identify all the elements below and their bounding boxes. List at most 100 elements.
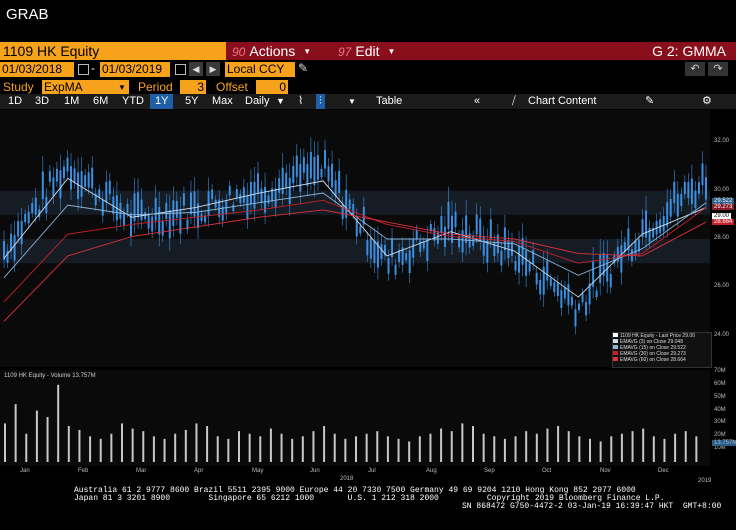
candle [585, 302, 588, 316]
candle [193, 191, 196, 217]
candle [486, 240, 489, 263]
period-tab-3d[interactable]: 3D [35, 94, 49, 109]
ticker-field[interactable]: 1109 HK Equity [0, 42, 226, 60]
candle [687, 182, 690, 199]
candle [154, 198, 157, 221]
gear-icon[interactable]: ⚙ [702, 94, 712, 109]
candle [302, 157, 305, 173]
year-label: 2018 [340, 476, 354, 482]
edit-chart-icon[interactable]: ✎ [645, 94, 654, 109]
currency-select[interactable]: Local CCY [225, 62, 295, 77]
volume-tick-label: 30M [714, 419, 726, 426]
frequency-select[interactable]: Daily [245, 94, 269, 109]
candle [373, 240, 376, 264]
collapse-icon[interactable]: « [474, 94, 480, 109]
volume-tick-label: 70M [714, 368, 726, 374]
volume-bar [174, 433, 177, 462]
candle-chart-icon[interactable]: ⫶ [316, 94, 325, 109]
candle [306, 163, 309, 186]
period-tab-ytd[interactable]: YTD [122, 94, 144, 109]
candle [179, 209, 182, 234]
candle [281, 167, 284, 195]
candle [338, 170, 341, 194]
actions-label: Actions [249, 43, 296, 59]
volume-bar [493, 436, 496, 462]
candle [532, 249, 535, 264]
candle [535, 272, 538, 285]
pencil-icon[interactable]: ✎ [298, 61, 308, 75]
candle [578, 303, 581, 311]
month-label: May [252, 468, 264, 474]
calendar-icon[interactable] [175, 64, 186, 75]
period-tab-5y[interactable]: 5Y [185, 94, 198, 109]
volume-bar [599, 441, 602, 462]
last-value-label: 28.664 [712, 218, 735, 225]
table-button[interactable]: Table [376, 94, 402, 109]
candle [316, 155, 319, 180]
price-tick-label: 32.00 [714, 138, 730, 145]
candle [518, 246, 521, 273]
chart-content-button[interactable]: Chart Content [528, 94, 596, 109]
candle [479, 218, 482, 241]
candle [292, 165, 295, 184]
candle [59, 170, 62, 199]
candle [17, 221, 20, 237]
prev-icon[interactable]: ◀ [189, 62, 203, 76]
line-chart-icon[interactable]: ⌇ [298, 94, 303, 109]
volume-bar [121, 423, 123, 462]
month-label: Jan [20, 468, 30, 474]
candle [465, 215, 468, 243]
candle [634, 240, 637, 255]
study-select[interactable]: ExpMA [42, 80, 129, 95]
candle [98, 189, 101, 198]
candle [690, 178, 693, 205]
volume-bar [67, 426, 70, 462]
offset-input[interactable]: 0 [256, 80, 288, 95]
end-date-input[interactable]: 01/03/2019 [100, 62, 170, 77]
volume-bar [280, 433, 283, 462]
candle [705, 177, 707, 200]
candle [295, 155, 298, 177]
window-title: GRAB [6, 6, 49, 23]
period-tab-1d[interactable]: 1D [8, 94, 22, 109]
actions-menu[interactable]: 90 Actions ▼ [232, 42, 311, 60]
candle [419, 240, 422, 253]
candle [235, 189, 238, 198]
candle [521, 238, 524, 265]
volume-bar [535, 433, 538, 462]
chevron-down-icon[interactable]: ▼ [348, 94, 356, 109]
redo-icon[interactable]: ↷ [708, 62, 728, 76]
legend-swatch [613, 351, 618, 355]
candle [260, 188, 263, 204]
candle [87, 172, 90, 188]
volume-bar [631, 431, 634, 462]
candle [309, 151, 312, 179]
period-tab-max[interactable]: Max [212, 94, 233, 109]
volume-bar [35, 410, 38, 462]
period-tab-1m[interactable]: 1M [64, 94, 79, 109]
candle [366, 240, 369, 256]
edit-menu[interactable]: 97 Edit ▼ [338, 42, 395, 60]
start-date-input[interactable]: 01/03/2018 [0, 62, 74, 77]
candle [108, 180, 111, 195]
undo-icon[interactable]: ↶ [685, 62, 705, 76]
candle [352, 203, 355, 215]
month-label: Sep [484, 468, 495, 474]
period-tab-1y[interactable]: 1Y [150, 94, 174, 109]
candle [648, 227, 651, 242]
candle [101, 200, 104, 216]
candle [447, 201, 450, 230]
candle [253, 181, 256, 209]
next-icon[interactable]: ▶ [206, 62, 220, 76]
period-input[interactable]: 3 [180, 80, 206, 95]
candle [182, 193, 185, 206]
period-tab-6m[interactable]: 6M [93, 94, 108, 109]
candle [454, 211, 457, 228]
candle [207, 191, 210, 216]
candle [246, 195, 249, 219]
candle [158, 207, 161, 235]
candle [278, 178, 281, 193]
period-label: Period [138, 80, 173, 94]
candle [440, 215, 443, 234]
calendar-icon[interactable] [78, 64, 89, 75]
